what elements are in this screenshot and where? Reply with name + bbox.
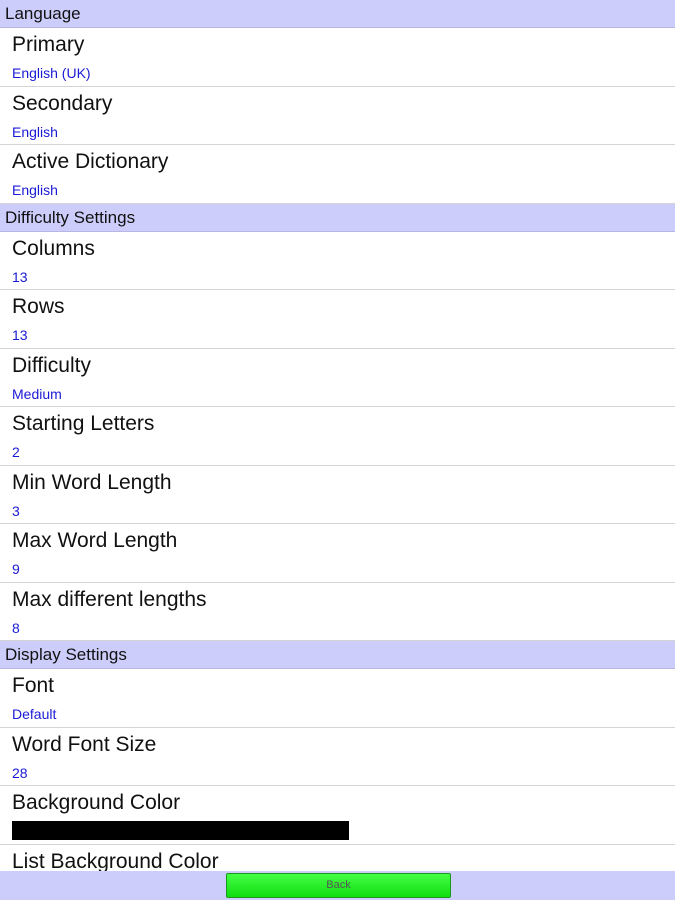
setting-primary-language[interactable]: Primary English (UK) [0,28,675,87]
section-header-difficulty-settings: Difficulty Settings [0,203,675,232]
setting-value: 2 [12,444,20,460]
setting-title: Background Color [12,791,181,814]
setting-value: 28 [12,764,28,781]
setting-title: Starting Letters [12,412,155,435]
setting-min-word-length[interactable]: Min Word Length 3 [0,466,675,524]
setting-difficulty[interactable]: Difficulty Medium [0,349,675,407]
setting-title: Columns [12,236,95,260]
setting-value: English [12,123,58,140]
setting-max-word-length[interactable]: Max Word Length 9 [0,524,675,583]
setting-value: English [12,182,58,198]
setting-title: Difficulty [12,353,91,377]
setting-word-font-size[interactable]: Word Font Size 28 [0,728,675,786]
setting-list-background-color[interactable]: List Background Color [0,845,675,872]
setting-title: Primary [12,33,85,56]
setting-value: 9 [12,561,20,577]
setting-title: Active Dictionary [12,150,169,173]
setting-value: Default [12,706,57,722]
setting-title: List Background Color [12,849,219,872]
setting-title: Font [12,674,55,697]
settings-list[interactable]: Language Primary English (UK) Secondary … [0,0,675,871]
settings-screen: Language Primary English (UK) Secondary … [0,0,675,900]
section-header-display-settings: Display Settings [0,641,675,669]
section-header-language: Language [0,0,675,28]
back-button[interactable]: Back [226,873,451,898]
background-color-swatch [12,821,349,840]
setting-max-different-lengths[interactable]: Max different lengths 8 [0,583,675,641]
setting-value: English (UK) [12,65,91,81]
setting-title: Secondary [12,91,113,115]
setting-secondary-language[interactable]: Secondary English [0,87,675,145]
setting-value: 3 [12,502,20,519]
setting-value: 8 [12,619,20,636]
setting-title: Min Word Length [12,470,172,494]
setting-font[interactable]: Font Default [0,669,675,728]
setting-title: Max Word Length [12,529,178,552]
setting-value: 13 [12,268,28,285]
setting-value: Medium [12,385,62,402]
setting-title: Word Font Size [12,732,157,756]
setting-background-color[interactable]: Background Color [0,786,675,845]
setting-columns[interactable]: Columns 13 [0,232,675,290]
setting-active-dictionary[interactable]: Active Dictionary English [0,145,675,204]
footer-bar: Back [0,871,675,900]
setting-title: Max different lengths [12,587,207,611]
setting-title: Rows [12,295,65,318]
setting-value: 13 [12,327,28,343]
setting-rows[interactable]: Rows 13 [0,290,675,349]
setting-starting-letters[interactable]: Starting Letters 2 [0,407,675,466]
